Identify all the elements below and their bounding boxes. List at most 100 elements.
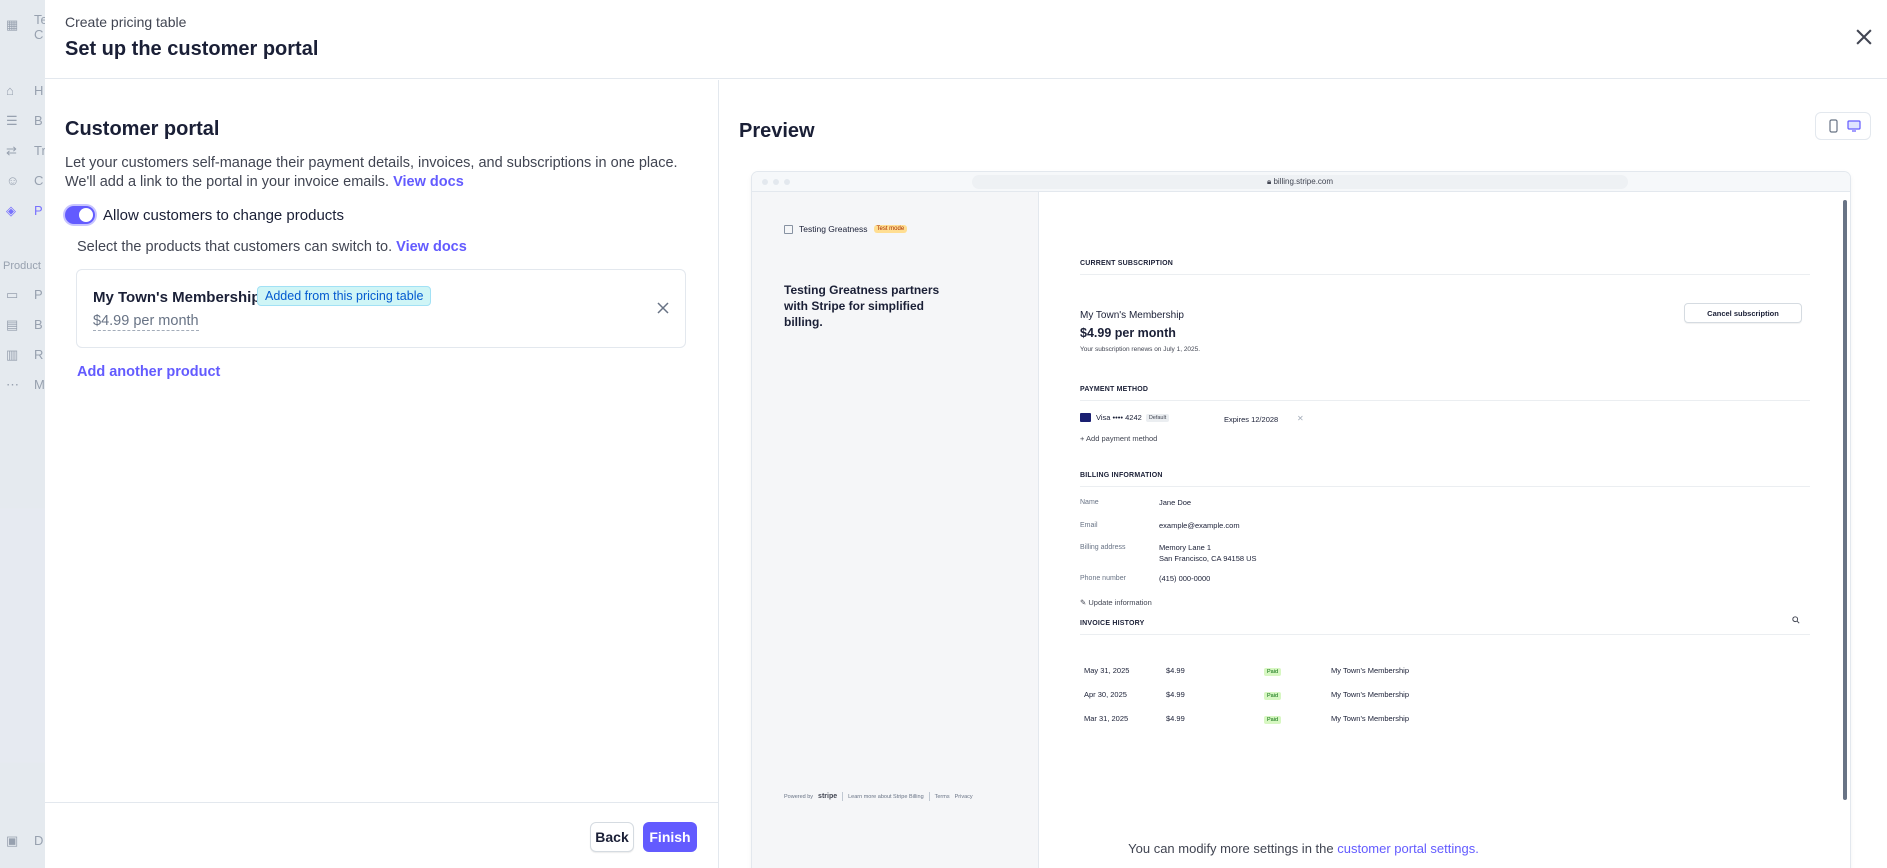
remove-card-icon[interactable]: ✕ — [1297, 414, 1304, 423]
invoice-row[interactable]: Apr 30, 2025 $4.99 Paid My Town's Member… — [1084, 690, 1409, 700]
back-button[interactable]: Back — [590, 822, 634, 852]
default-badge: Default — [1145, 413, 1170, 422]
change-products-toggle-row: Allow customers to change products — [65, 206, 344, 224]
paid-badge: Paid — [1264, 668, 1282, 676]
url-bar: 🔒︎ billing.stripe.com — [972, 175, 1628, 189]
subscription-price: $4.99 per month — [1080, 326, 1176, 340]
business-row: Testing Greatness Test mode — [784, 224, 908, 234]
card-expiry: Expires 12/2028 — [1224, 415, 1279, 424]
customers-icon: ☺ — [6, 173, 20, 188]
background-sidebar: ▦ Te C ⌂ H ☰ B ⇄ Tr ☺ C ◈ P Product ▭ P … — [0, 0, 48, 868]
stripe-logo: stripe — [818, 793, 838, 800]
edit-icon: ✎ — [1080, 598, 1087, 607]
payments-icon: ▭ — [6, 287, 19, 302]
portal-tagline: Testing Greatness partners with Stripe f… — [784, 283, 940, 329]
developers-icon: ▣ — [6, 833, 19, 848]
bg-account-line2: C — [34, 27, 44, 42]
modal-header: Create pricing table Set up the customer… — [45, 0, 1887, 79]
toggle-label: Allow customers to change products — [103, 206, 344, 224]
invoice-row[interactable]: May 31, 2025 $4.99 Paid My Town's Member… — [1084, 666, 1409, 676]
cancel-subscription-button[interactable]: Cancel subscription — [1684, 303, 1802, 323]
email-value: example@example.com — [1159, 521, 1240, 530]
billing-information-heading: BILLING INFORMATION — [1080, 472, 1810, 487]
product-name: My Town's Membership — [93, 289, 261, 306]
mobile-icon[interactable] — [1825, 118, 1841, 134]
payment-method-heading: PAYMENT METHOD — [1080, 386, 1810, 401]
portal-settings-note: You can modify more settings in the cust… — [1128, 841, 1479, 856]
bg-section-products: Product — [3, 260, 41, 272]
learn-more-link[interactable]: Learn more about Stripe Billing — [848, 794, 924, 800]
privacy-link[interactable]: Privacy — [955, 794, 973, 800]
customer-portal-settings-link[interactable]: customer portal settings. — [1337, 841, 1479, 856]
bg-nav-more: M — [34, 377, 45, 392]
email-label: Email — [1080, 522, 1098, 529]
billing-icon: ▤ — [6, 317, 19, 332]
preview-title: Preview — [739, 120, 815, 142]
reports-icon: ▥ — [6, 347, 19, 362]
desktop-icon[interactable] — [1846, 118, 1862, 134]
home-icon: ⌂ — [6, 83, 14, 98]
remove-product-icon[interactable] — [655, 300, 671, 316]
address-label: Billing address — [1080, 544, 1126, 551]
invoice-history-heading: INVOICE HISTORY — [1080, 620, 1810, 635]
finish-button[interactable]: Finish — [643, 822, 697, 852]
settings-pane: Customer portal Let your customers self-… — [45, 80, 718, 802]
section-title: Customer portal — [65, 118, 220, 140]
bg-nav-payments: P — [34, 287, 43, 302]
portal-description: Let your customers self-manage their pay… — [65, 155, 678, 190]
bg-nav-developers: D — [34, 833, 44, 848]
modal-title: Set up the customer portal — [65, 38, 319, 60]
name-value: Jane Doe — [1159, 498, 1192, 507]
portal-main: CURRENT SUBSCRIPTION My Town's Membershi… — [1040, 192, 1850, 868]
add-another-product-link[interactable]: Add another product — [77, 364, 220, 380]
added-badge: Added from this pricing table — [257, 286, 432, 306]
card-number: Visa •••• 4242 — [1096, 413, 1142, 422]
lock-icon: 🔒︎ — [1266, 177, 1272, 186]
name-label: Name — [1080, 499, 1099, 506]
update-information-link[interactable]: ✎ Update information — [1080, 598, 1152, 607]
close-icon[interactable] — [1853, 26, 1875, 48]
bg-nav-customers: C — [34, 173, 44, 188]
product-card: My Town's Membership Added from this pri… — [76, 269, 686, 348]
change-products-toggle[interactable] — [65, 206, 95, 224]
portal-sidebar: Testing Greatness Test mode Testing Grea… — [752, 192, 1039, 868]
bg-nav-reports: R — [34, 347, 44, 362]
view-docs-link[interactable]: View docs — [393, 174, 464, 190]
modal-breadcrumb: Create pricing table — [65, 14, 187, 30]
bg-nav-billing: B — [34, 317, 43, 332]
address-line1: Memory Lane 1 — [1159, 543, 1212, 552]
portal-preview-frame: 🔒︎ billing.stripe.com Testing Greatness … — [752, 172, 1850, 868]
phone-label: Phone number — [1080, 575, 1126, 582]
business-name: Testing Greatness — [799, 224, 868, 234]
browser-bar: 🔒︎ billing.stripe.com — [752, 172, 1850, 192]
business-icon — [784, 224, 793, 234]
preview-pane: Preview 🔒︎ billing.stripe.com Testing Gr… — [718, 80, 1887, 868]
device-toggle — [1815, 112, 1871, 140]
address-line2: San Francisco, CA 94158 US — [1159, 554, 1257, 563]
terms-link[interactable]: Terms — [935, 794, 950, 800]
balances-icon: ☰ — [6, 113, 18, 128]
select-view-docs-link[interactable]: View docs — [396, 239, 467, 255]
pricing-table-modal: Create pricing table Set up the customer… — [45, 0, 1887, 868]
app-icon: ▦ — [6, 17, 19, 32]
payment-method-row: Visa •••• 4242 Default — [1080, 413, 1170, 422]
paid-badge: Paid — [1264, 692, 1282, 700]
invoice-row[interactable]: Mar 31, 2025 $4.99 Paid My Town's Member… — [1084, 714, 1409, 724]
test-mode-badge: Test mode — [873, 225, 908, 233]
visa-card-icon — [1080, 413, 1091, 422]
select-products-text: Select the products that customers can s… — [77, 239, 467, 255]
portal-footer: Powered by stripe Learn more about Strip… — [784, 792, 973, 801]
product-catalog-icon: ◈ — [6, 203, 16, 218]
more-icon: ⋯ — [6, 377, 19, 392]
bg-nav-balances: B — [34, 113, 43, 128]
current-subscription-heading: CURRENT SUBSCRIPTION — [1080, 260, 1810, 275]
subscription-name: My Town's Membership — [1080, 310, 1184, 321]
scrollbar[interactable] — [1843, 200, 1847, 800]
bg-nav-products: P — [34, 203, 43, 218]
renewal-text: Your subscription renews on July 1, 2025… — [1080, 346, 1201, 353]
product-price[interactable]: $4.99 per month — [93, 312, 199, 331]
add-payment-method-link[interactable]: + Add payment method — [1080, 434, 1157, 443]
transactions-icon: ⇄ — [6, 143, 17, 158]
window-dots — [762, 179, 790, 185]
search-icon[interactable] — [1792, 616, 1800, 624]
